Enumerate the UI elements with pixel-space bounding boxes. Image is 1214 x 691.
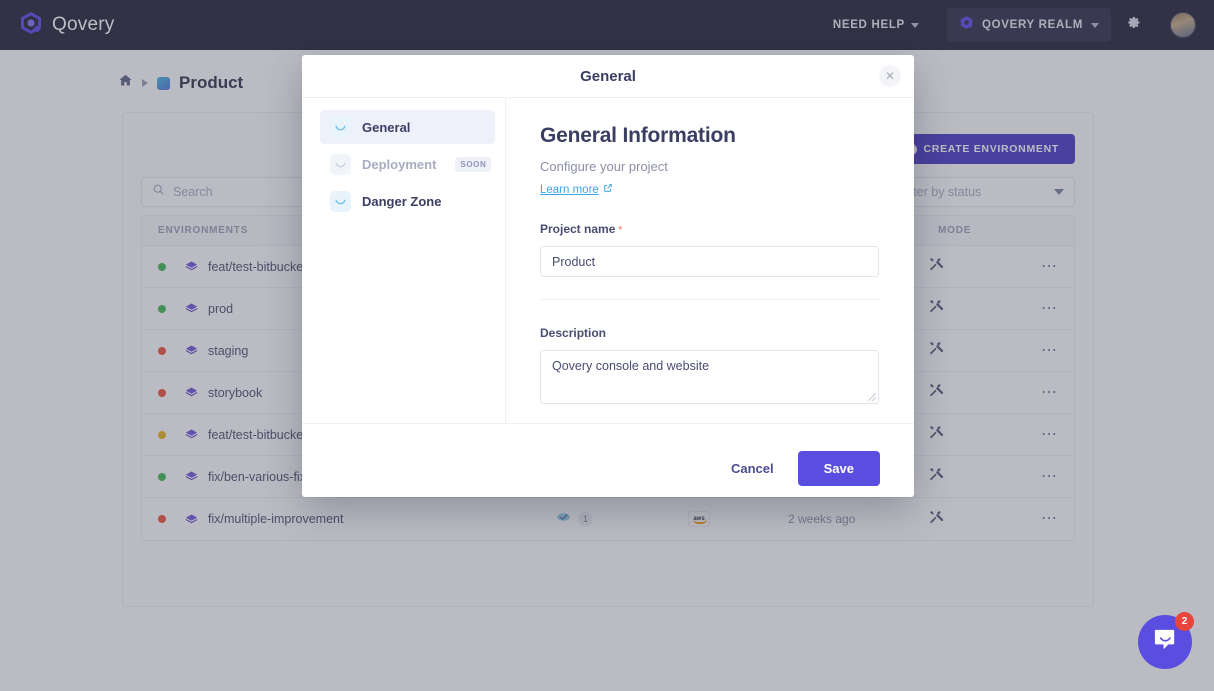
project-name-label-row: Project name* <box>540 220 880 238</box>
learn-more-label: Learn more <box>540 184 599 196</box>
description-field: Description Qovery console and website <box>540 324 880 404</box>
app-root: Qovery NEED HELP QOVERY REALM <box>0 0 1214 691</box>
section-subheading: Configure your project <box>540 159 880 174</box>
deployment-check-icon <box>330 154 351 175</box>
description-label: Description <box>540 326 606 340</box>
modal-sidebar: General Deployment SOON Danger Zone <box>302 98 506 423</box>
project-name-label: Project name <box>540 222 615 236</box>
project-name-input[interactable]: Product <box>540 246 879 277</box>
danger-check-icon <box>330 191 351 212</box>
modal-nav-item-danger-zone[interactable]: Danger Zone <box>320 184 495 218</box>
field-divider <box>540 299 880 300</box>
general-check-icon <box>330 117 351 138</box>
modal-title: General <box>580 68 636 85</box>
modal-nav-label: Danger Zone <box>362 194 441 209</box>
learn-more-link[interactable]: Learn more <box>540 183 880 196</box>
modal-nav-label: General <box>362 120 410 135</box>
modal-nav-label: Deployment <box>362 157 436 172</box>
close-icon[interactable]: ✕ <box>879 65 901 87</box>
soon-badge: SOON <box>455 157 491 172</box>
chat-widget-button[interactable]: 2 <box>1138 615 1192 669</box>
modal-body: General Deployment SOON Danger Zone General… <box>302 98 914 423</box>
modal-header: General ✕ <box>302 55 914 98</box>
description-value: Qovery console and website <box>552 359 709 373</box>
project-name-field: Project name* Product <box>540 220 880 277</box>
section-heading: General Information <box>540 124 880 148</box>
description-textarea[interactable]: Qovery console and website <box>540 350 879 404</box>
save-button[interactable]: Save <box>798 451 880 486</box>
cancel-button[interactable]: Cancel <box>717 452 788 485</box>
modal-main-panel: General Information Configure your proje… <box>506 98 914 423</box>
chat-unread-badge: 2 <box>1175 612 1194 631</box>
modal-nav-item-deployment: Deployment SOON <box>320 147 495 181</box>
external-link-icon <box>603 183 613 196</box>
resize-handle[interactable] <box>868 393 876 401</box>
modal-nav-item-general[interactable]: General <box>320 110 495 144</box>
required-marker: * <box>618 225 622 236</box>
general-settings-modal: General ✕ General Deployment SOON Danger Zo… <box>302 55 914 497</box>
chat-bubble-icon <box>1152 626 1179 658</box>
modal-footer: Cancel Save <box>302 423 914 497</box>
